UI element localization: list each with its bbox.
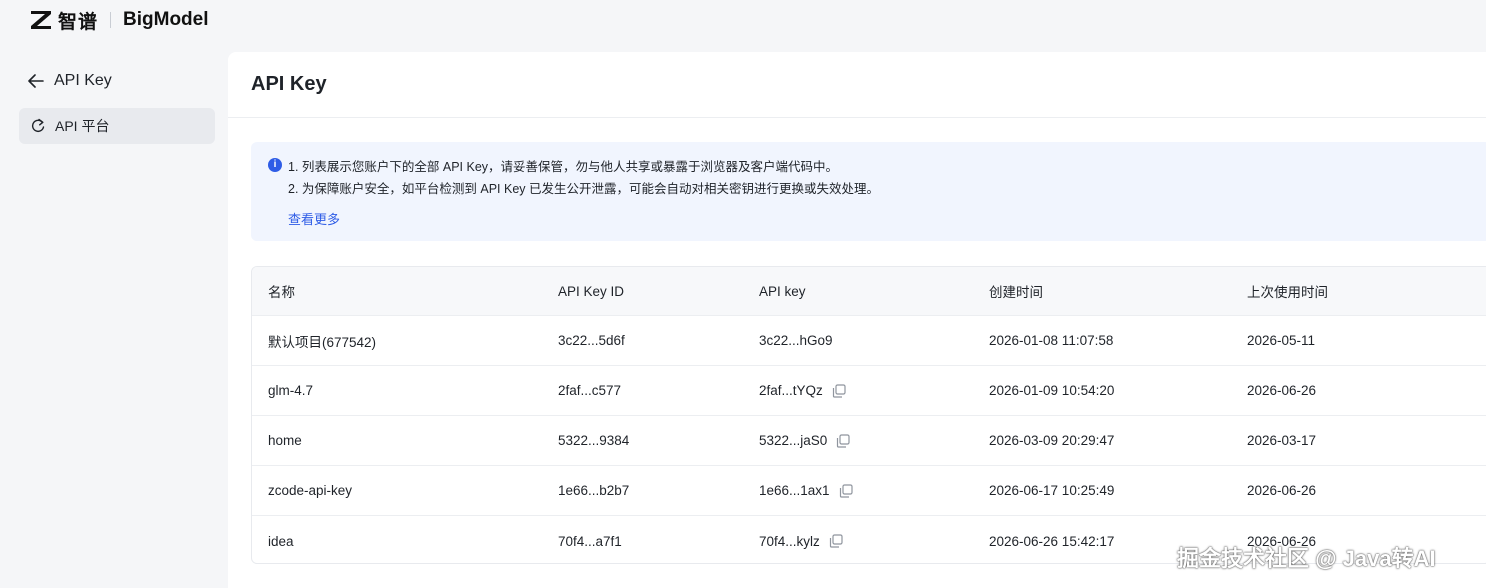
brand-name-cn: 智谱 bbox=[58, 11, 99, 33]
cell-key-id: 5322...9384 bbox=[558, 433, 630, 448]
cell-last-used: 2026-06-26 bbox=[1247, 383, 1317, 398]
sidebar-item-api-platform[interactable]: API 平台 bbox=[19, 108, 215, 144]
cell-key-text: 2faf...tYQz bbox=[759, 383, 823, 398]
column-header-created: 创建时间 bbox=[989, 285, 1043, 300]
table-body: 默认项目(677542) 3c22...5d6f 3c22...hGo9 2026-0… bbox=[252, 316, 1486, 563]
table-row: zcode-api-key 1e66...b2b7 1e66...1ax1 2026-… bbox=[252, 466, 1486, 516]
cell-key-id: 2faf...c577 bbox=[558, 383, 622, 398]
table-header: 名称 API Key ID API key 创建时间 上次使用时间 bbox=[252, 267, 1486, 316]
brand-divider bbox=[110, 12, 112, 28]
brand-name-en: BigModel bbox=[123, 9, 209, 30]
cell-key: 3c22...hGo9 bbox=[759, 333, 833, 348]
column-header-key-id: API Key ID bbox=[558, 283, 625, 299]
cell-key-text: 5322...jaS0 bbox=[759, 433, 828, 448]
cell-name: 默认项目(677542) bbox=[268, 334, 377, 350]
table-row: home 5322...9384 5322...jaS0 2026-03-09 20:… bbox=[252, 416, 1486, 466]
cell-key: 5322...jaS0 bbox=[759, 433, 850, 448]
cell-name: idea bbox=[268, 533, 294, 549]
main-panel: API Key i 1. 列表展示您账户下的全部 API Key，请妥善保管，勿… bbox=[228, 52, 1486, 588]
copy-icon[interactable] bbox=[839, 483, 853, 498]
copy-icon[interactable] bbox=[836, 433, 850, 448]
cell-name: zcode-api-key bbox=[268, 483, 353, 498]
refresh-icon bbox=[31, 118, 45, 133]
cell-key-id: 70f4...a7f1 bbox=[558, 533, 622, 549]
cell-created: 2026-06-26 15:42:17 bbox=[989, 533, 1115, 549]
cell-last-used: 2026-05-11 bbox=[1247, 333, 1316, 348]
copy-icon[interactable] bbox=[829, 534, 843, 548]
cell-created: 2026-06-17 10:25:49 bbox=[989, 483, 1115, 498]
cell-created: 2026-01-08 11:07:58 bbox=[989, 333, 1114, 348]
copy-icon[interactable] bbox=[832, 383, 846, 398]
column-header-name: 名称 bbox=[268, 285, 295, 300]
cell-key-text: 70f4...kylz bbox=[759, 533, 820, 549]
back-button[interactable]: API Key bbox=[28, 72, 112, 90]
notice-line-1: 1. 列表展示您账户下的全部 API Key，请妥善保管，勿与他人共享或暴露于浏… bbox=[288, 160, 839, 174]
api-key-table: 名称 API Key ID API key 创建时间 上次使用时间 默认项目(6… bbox=[251, 266, 1486, 564]
cell-name: glm-4.7 bbox=[268, 383, 314, 398]
notice-box: i 1. 列表展示您账户下的全部 API Key，请妥善保管，勿与他人共享或暴露… bbox=[251, 142, 1486, 241]
cell-key-id: 3c22...5d6f bbox=[558, 333, 625, 348]
info-icon: i bbox=[268, 158, 282, 172]
arrow-left-icon bbox=[28, 74, 44, 88]
page-title: API Key bbox=[251, 73, 327, 95]
top-bar: 智谱 BigModel bbox=[0, 0, 1486, 40]
divider bbox=[228, 117, 1486, 118]
brand-logo-icon bbox=[30, 10, 52, 30]
sidebar-item-label: API 平台 bbox=[55, 118, 110, 134]
cell-key: 2faf...tYQz bbox=[759, 383, 846, 398]
cell-name: home bbox=[268, 433, 302, 448]
cell-key: 70f4...kylz bbox=[759, 534, 843, 549]
cell-key-text: 1e66...1ax1 bbox=[759, 483, 830, 498]
column-header-key: API key bbox=[759, 283, 806, 299]
back-label: API Key bbox=[54, 72, 112, 89]
cell-key-text: 3c22...hGo9 bbox=[759, 333, 833, 348]
cell-created: 2026-03-09 20:29:47 bbox=[989, 433, 1115, 448]
cell-key: 1e66...1ax1 bbox=[759, 483, 853, 498]
watermark: 掘金技术社区 @ Java转AI bbox=[1177, 546, 1436, 571]
cell-key-id: 1e66...b2b7 bbox=[558, 483, 630, 498]
sidebar: API Key API 平台 bbox=[0, 52, 228, 588]
notice-line-2: 2. 为保障账户安全，如平台检测到 API Key 已发生公开泄露，可能会自动对… bbox=[288, 182, 880, 196]
table-row: 默认项目(677542) 3c22...5d6f 3c22...hGo9 2026-0… bbox=[252, 316, 1486, 366]
cell-last-used: 2026-06-26 bbox=[1247, 483, 1317, 498]
cell-last-used: 2026-03-17 bbox=[1247, 433, 1317, 448]
column-header-last-used: 上次使用时间 bbox=[1247, 285, 1328, 300]
cell-created: 2026-01-09 10:54:20 bbox=[989, 383, 1115, 398]
table-row: glm-4.7 2faf...c577 2faf...tYQz 2026-01-09 … bbox=[252, 366, 1486, 416]
view-more-link[interactable]: 查看更多 bbox=[288, 209, 340, 228]
